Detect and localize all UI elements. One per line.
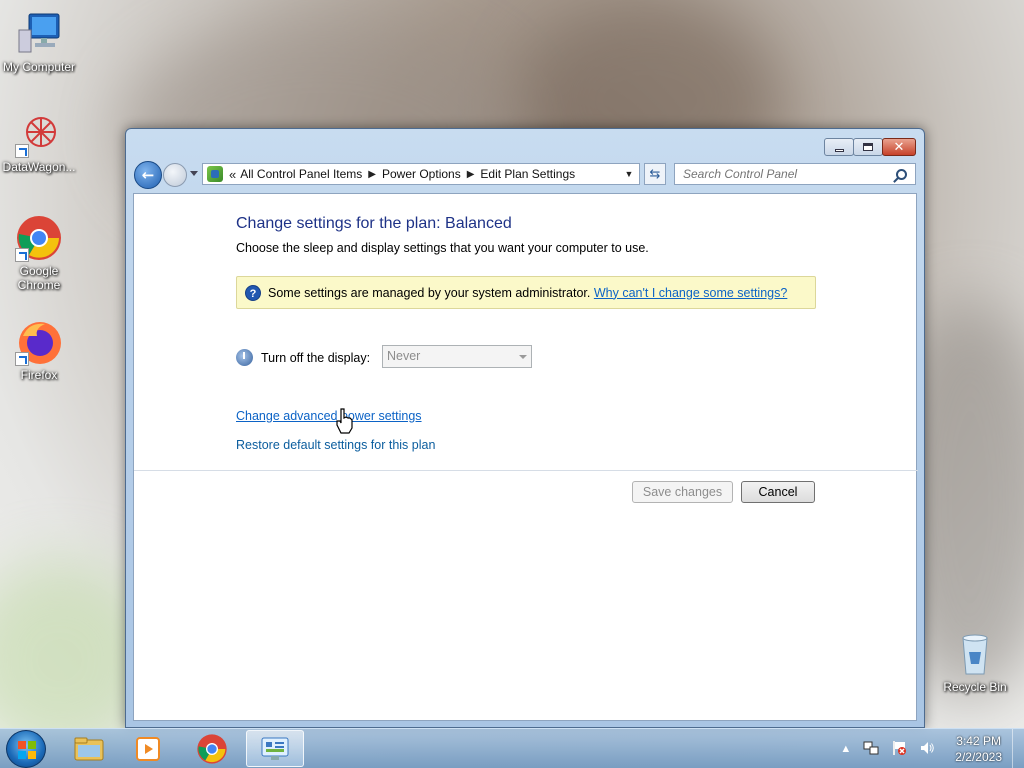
refresh-icon: ⇆	[649, 166, 661, 182]
system-tray: ▲ 3:42 PM 2/2/2023	[840, 729, 1024, 768]
page-subtitle: Choose the sleep and display settings th…	[236, 241, 649, 255]
close-button[interactable]: ✕	[882, 138, 916, 156]
address-bar[interactable]: « All Control Panel Items ▶ Power Option…	[202, 163, 640, 185]
shortcut-arrow-icon	[15, 248, 29, 262]
search-icon[interactable]	[896, 168, 907, 180]
shortcut-arrow-icon	[15, 144, 29, 158]
show-desktop-button[interactable]	[1012, 729, 1024, 768]
desktop-icon-firefox[interactable]: Firefox	[0, 318, 78, 382]
minimize-icon	[834, 148, 844, 152]
search-input[interactable]	[683, 167, 896, 181]
windows-logo-icon	[18, 741, 36, 759]
save-changes-button[interactable]: Save changes	[632, 481, 733, 503]
info-text: Some settings are managed by your system…	[268, 285, 591, 300]
breadcrumb-all-control-panel-items[interactable]: All Control Panel Items	[240, 167, 362, 181]
breadcrumb-power-options[interactable]: Power Options	[382, 167, 461, 181]
page-title: Change settings for the plan: Balanced	[236, 215, 512, 232]
control-panel-icon	[207, 166, 223, 182]
desktop-icon-label: Recycle Bin	[943, 680, 1007, 694]
network-icon[interactable]	[863, 740, 879, 759]
start-button[interactable]	[6, 730, 46, 768]
control-panel-icon	[261, 737, 289, 760]
hand-cursor-icon	[336, 408, 353, 434]
change-advanced-power-settings-link[interactable]: Change advanced power settings	[236, 409, 422, 423]
turn-off-display-select[interactable]: Never	[382, 345, 532, 368]
datawagon-icon	[15, 110, 63, 158]
desktop-icon-datawagon[interactable]: DataWagon...	[0, 110, 78, 174]
taskbar-chrome-button[interactable]	[183, 730, 241, 767]
show-hidden-icons-icon[interactable]: ▲	[840, 743, 851, 755]
navigation-bar: ← « All Control Panel Items ▶ Power Opti…	[134, 161, 916, 189]
minimize-button[interactable]	[824, 138, 854, 156]
admin-info-bar: ? Some settings are managed by your syst…	[236, 276, 816, 309]
clock-time: 3:42 PM	[956, 734, 1001, 748]
restore-default-settings-link[interactable]: Restore default settings for this plan	[236, 438, 435, 452]
back-arrow-icon: ←	[141, 166, 155, 184]
close-icon: ✕	[893, 139, 905, 155]
display-label: Turn off the display:	[261, 350, 371, 365]
refresh-button[interactable]: ⇆	[644, 163, 666, 185]
computer-icon	[15, 10, 63, 58]
display-setting-row: Turn off the display: Never	[236, 345, 532, 368]
clock[interactable]: 3:42 PM 2/2/2023	[955, 733, 1002, 765]
desktop-icon-my-computer[interactable]: My Computer	[0, 10, 78, 74]
content-pane: Change settings for the plan: Balanced C…	[133, 193, 918, 721]
control-panel-window: ✕ ← « All Control Panel Items ▶ Power Op…	[125, 128, 925, 728]
taskbar: ▲ 3:42 PM 2/2/2023	[0, 728, 1024, 768]
desktop-icon-label: Firefox	[20, 368, 58, 382]
firefox-icon	[15, 318, 63, 366]
caption-buttons: ✕	[824, 138, 916, 156]
back-button[interactable]: ←	[134, 161, 162, 189]
cancel-button[interactable]: Cancel	[741, 481, 815, 503]
address-overflow-chevron[interactable]: «	[229, 167, 236, 182]
divider	[134, 470, 918, 471]
folder-icon	[74, 737, 104, 760]
breadcrumb-edit-plan-settings[interactable]: Edit Plan Settings	[480, 167, 575, 181]
breadcrumb-separator-icon[interactable]: ▶	[467, 169, 475, 180]
desktop-icon-chrome[interactable]: Google Chrome	[0, 214, 78, 292]
taskbar-control-panel-button[interactable]	[246, 730, 304, 767]
desktop-icon-label: Google Chrome	[17, 264, 61, 292]
search-box[interactable]	[674, 163, 916, 185]
recent-pages-dropdown[interactable]	[190, 171, 198, 176]
display-select-value: Never	[387, 349, 421, 363]
address-dropdown-icon[interactable]: ▼	[619, 169, 639, 179]
chrome-icon	[197, 733, 227, 764]
desktop-icon-recycle-bin[interactable]: Recycle Bin	[936, 630, 1014, 694]
forward-button[interactable]	[163, 163, 187, 187]
chrome-icon	[15, 214, 63, 262]
volume-icon[interactable]	[919, 740, 935, 759]
chevron-down-icon	[519, 355, 527, 359]
recycle-bin-icon	[951, 630, 999, 678]
maximize-button[interactable]	[853, 138, 883, 156]
action-center-flag-icon[interactable]	[891, 740, 907, 759]
help-icon: ?	[245, 284, 261, 301]
why-cant-change-link[interactable]: Why can't I change some settings?	[594, 286, 787, 300]
desktop-icon-label: DataWagon...	[2, 160, 76, 174]
shortcut-arrow-icon	[15, 352, 29, 366]
breadcrumb-separator-icon[interactable]: ▶	[368, 169, 376, 180]
clock-date: 2/2/2023	[955, 750, 1002, 764]
taskbar-media-player-button[interactable]	[120, 730, 178, 767]
media-player-icon	[136, 736, 160, 761]
display-timer-icon	[236, 349, 253, 366]
maximize-icon	[863, 143, 873, 151]
taskbar-explorer-button[interactable]	[60, 730, 118, 767]
desktop-icon-label: My Computer	[2, 60, 76, 74]
